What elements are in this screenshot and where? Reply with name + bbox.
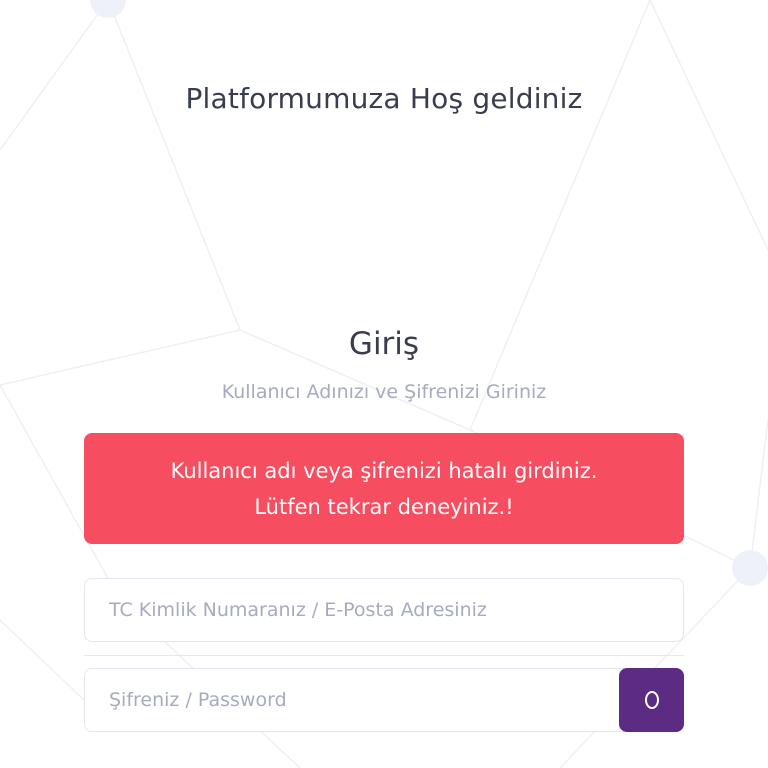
form-divider <box>84 655 684 656</box>
welcome-title: Platformumuza Hoş geldiniz <box>185 82 583 115</box>
username-input[interactable] <box>85 579 683 641</box>
password-input[interactable] <box>85 669 624 731</box>
password-field <box>84 668 624 732</box>
login-title: Giriş <box>348 326 420 362</box>
login-subtitle: Kullanıcı Adınızı ve Şifrenizi Giriniz <box>221 381 547 403</box>
error-message-line-2: Lütfen tekrar deneyiniz.! <box>254 494 514 519</box>
username-field <box>84 578 684 642</box>
password-visibility-toggle-button[interactable] <box>619 668 684 732</box>
error-message-line-1: Kullanıcı adı veya şifrenizi hatalı gird… <box>170 458 598 483</box>
eye-icon <box>644 691 659 709</box>
error-alert: Kullanıcı adı veya şifrenizi hatalı gird… <box>84 433 684 544</box>
